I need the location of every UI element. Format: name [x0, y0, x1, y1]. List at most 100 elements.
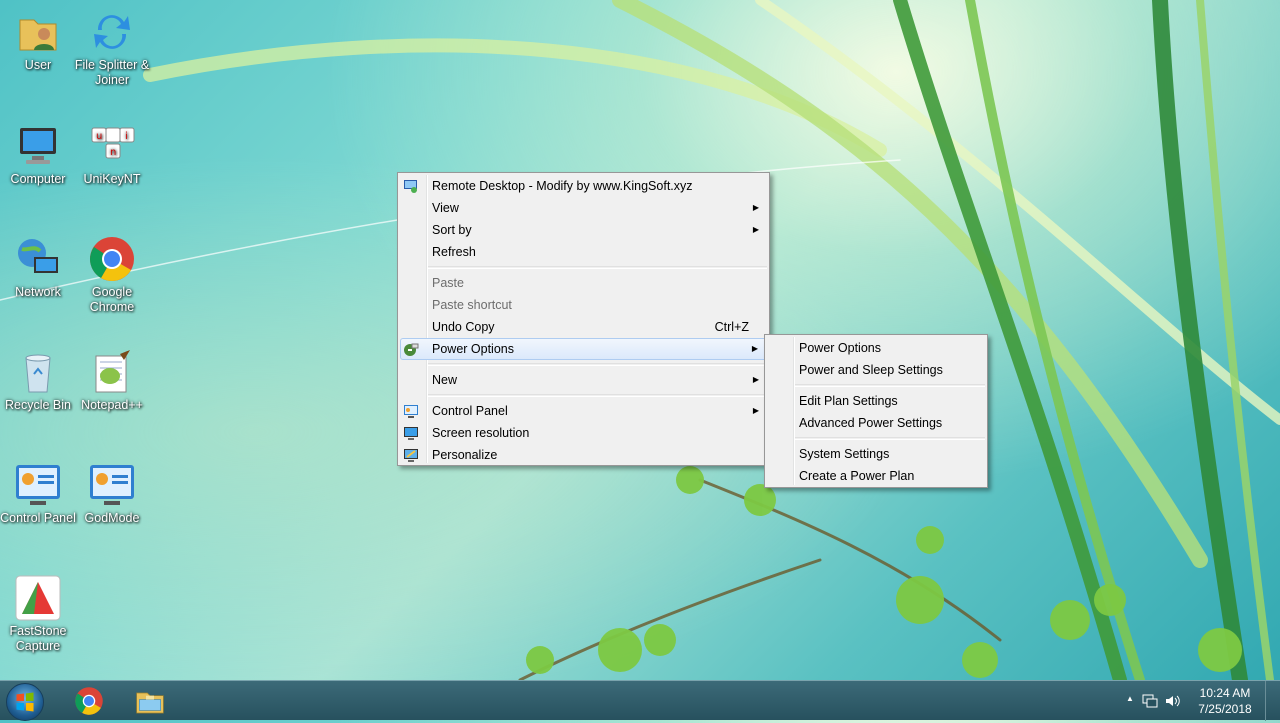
menu-item-label: View — [432, 201, 459, 215]
submenu-item-edit-plan-settings[interactable]: Edit Plan Settings — [765, 390, 987, 412]
desktop-icon-label: Notepad++ — [81, 398, 143, 412]
desktop-icon-file-splitter[interactable]: File Splitter & Joiner — [74, 8, 150, 88]
menu-item-label: Undo Copy — [432, 320, 495, 334]
menu-item-shortcut: Ctrl+Z — [714, 320, 749, 334]
submenu-arrow-icon: ▶ — [752, 225, 759, 234]
network-status-icon[interactable] — [1142, 693, 1158, 709]
tray-overflow-icon[interactable]: ▲ — [1126, 694, 1134, 703]
remote-desktop-icon — [403, 178, 419, 194]
taskbar-chrome-button[interactable] — [59, 681, 119, 721]
network-icon — [14, 235, 62, 283]
submenu-arrow-icon: ▶ — [752, 375, 759, 384]
file-explorer-icon — [136, 692, 164, 714]
start-button[interactable] — [6, 683, 44, 721]
clock-date: 7/25/2018 — [1198, 702, 1252, 716]
svg-text:n: n — [110, 147, 116, 158]
taskbar-explorer-button[interactable] — [120, 681, 180, 721]
menu-item-label: Advanced Power Settings — [799, 416, 943, 430]
menu-item-view[interactable]: View ▶ — [398, 197, 769, 219]
recycle-bin-icon — [14, 348, 62, 396]
menu-item-label: Screen resolution — [432, 426, 530, 440]
power-options-submenu: Power Options Power and Sleep Settings E… — [764, 334, 988, 488]
menu-item-control-panel[interactable]: Control Panel ▶ — [398, 400, 769, 422]
menu-item-label: Power Options — [799, 341, 881, 355]
taskbar-clock[interactable]: 10:24 AM 7/25/2018 — [1195, 685, 1255, 717]
windows-logo-icon — [16, 692, 34, 712]
desktop-icon-label: UniKeyNT — [83, 172, 141, 186]
power-options-icon — [403, 341, 419, 357]
desktop-icon-chrome[interactable]: Google Chrome — [74, 235, 150, 315]
menu-item-label: System Settings — [799, 447, 890, 461]
menu-item-label: Create a Power Plan — [799, 469, 915, 483]
desktop-icon-recycle-bin[interactable]: Recycle Bin — [0, 348, 76, 413]
menu-item-label: Refresh — [432, 245, 476, 259]
desktop-icon-label: Computer — [10, 172, 66, 186]
desktop-icon-network[interactable]: Network — [0, 235, 76, 300]
menu-item-paste-shortcut[interactable]: Paste shortcut — [398, 294, 769, 316]
menu-item-label: Edit Plan Settings — [799, 394, 898, 408]
desktop-icon-label: Google Chrome — [89, 285, 135, 314]
desktop-icon-unikey[interactable]: u in UniKeyNT — [74, 122, 150, 187]
menu-item-label: Paste shortcut — [432, 298, 512, 312]
submenu-arrow-icon: ▶ — [752, 203, 759, 212]
menu-item-refresh[interactable]: Refresh — [398, 241, 769, 263]
submenu-arrow-icon: ▶ — [751, 344, 758, 353]
desktop-icon-control-panel[interactable]: Control Panel — [0, 461, 76, 526]
submenu-item-power-sleep-settings[interactable]: Power and Sleep Settings — [765, 359, 987, 381]
menu-separator — [428, 266, 767, 269]
desktop-icon-godmode[interactable]: GodMode — [74, 461, 150, 526]
svg-text:u: u — [96, 131, 102, 142]
show-desktop-button[interactable] — [1265, 681, 1280, 721]
desktop-context-menu: Remote Desktop - Modify by www.KingSoft.… — [397, 172, 770, 466]
menu-item-label: Remote Desktop - Modify by www.KingSoft.… — [432, 179, 693, 193]
desktop-icon-label: Control Panel — [0, 511, 76, 525]
submenu-item-power-options[interactable]: Power Options — [765, 337, 987, 359]
menu-separator — [795, 437, 985, 440]
submenu-item-system-settings[interactable]: System Settings — [765, 443, 987, 465]
submenu-item-create-power-plan[interactable]: Create a Power Plan — [765, 465, 987, 487]
submenu-arrow-icon: ▶ — [752, 406, 759, 415]
menu-item-sort-by[interactable]: Sort by ▶ — [398, 219, 769, 241]
clock-time: 10:24 AM — [1199, 686, 1251, 700]
menu-separator — [428, 363, 767, 366]
taskbar: ▲ 10:24 AM 7/25/2018 — [0, 680, 1280, 721]
menu-item-personalize[interactable]: Personalize — [398, 444, 769, 466]
menu-item-power-options[interactable]: Power Options ▶ — [400, 338, 767, 360]
desktop-icon-computer[interactable]: Computer — [0, 122, 76, 187]
chrome-icon — [75, 687, 103, 715]
menu-item-label: Power Options — [432, 342, 514, 356]
control-panel-icon — [14, 461, 62, 509]
menu-item-label: Control Panel — [432, 404, 508, 418]
desktop-icon-label: Network — [15, 285, 61, 299]
faststone-icon — [14, 574, 62, 622]
menu-item-label: Sort by — [432, 223, 472, 237]
svg-text:i: i — [125, 131, 128, 142]
desktop-icon-label: FastStone Capture — [9, 624, 67, 653]
desktop-icon-faststone[interactable]: FastStone Capture — [0, 574, 76, 654]
menu-item-paste[interactable]: Paste — [398, 272, 769, 294]
personalize-icon — [403, 447, 419, 463]
notepadpp-icon — [88, 348, 136, 396]
menu-item-label: Personalize — [432, 448, 498, 462]
chrome-icon — [88, 235, 136, 283]
screen-resolution-icon — [403, 425, 419, 441]
desktop-icon-label: File Splitter & Joiner — [74, 58, 150, 87]
desktop-icon-notepadpp[interactable]: Notepad++ — [74, 348, 150, 413]
desktop-icon-label: User — [24, 58, 52, 72]
menu-item-new[interactable]: New ▶ — [398, 369, 769, 391]
file-splitter-icon — [88, 8, 136, 56]
menu-separator — [428, 394, 767, 397]
godmode-icon — [88, 461, 136, 509]
user-folder-icon — [14, 8, 62, 56]
volume-icon[interactable] — [1164, 693, 1180, 709]
menu-item-label: New — [432, 373, 458, 387]
menu-item-screen-resolution[interactable]: Screen resolution — [398, 422, 769, 444]
control-panel-icon — [403, 403, 419, 419]
desktop-icon-label: Recycle Bin — [5, 398, 71, 412]
menu-item-label: Power and Sleep Settings — [799, 363, 943, 377]
submenu-item-advanced-power-settings[interactable]: Advanced Power Settings — [765, 412, 987, 434]
system-tray: ▲ 10:24 AM 7/25/2018 — [1120, 681, 1280, 721]
desktop-icon-user[interactable]: User — [0, 8, 76, 73]
menu-item-undo-copy[interactable]: Undo Copy Ctrl+Z — [398, 316, 769, 338]
menu-item-remote-desktop[interactable]: Remote Desktop - Modify by www.KingSoft.… — [398, 175, 769, 197]
